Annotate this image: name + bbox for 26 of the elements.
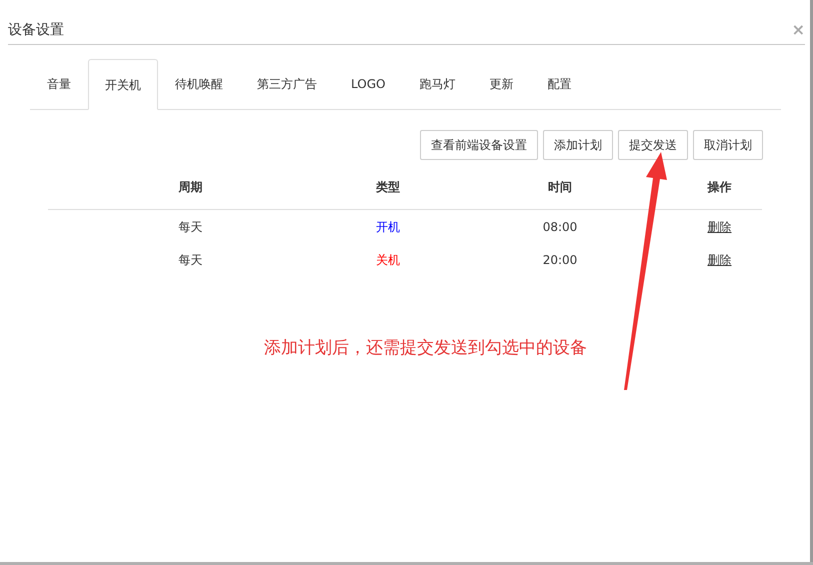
- table-cell-text: 每天: [178, 218, 202, 236]
- tab[interactable]: 待机唤醒: [158, 59, 240, 109]
- tab[interactable]: 开关机: [88, 59, 158, 110]
- toolbar-button[interactable]: 取消计划: [693, 130, 763, 160]
- tab[interactable]: 跑马灯: [402, 59, 472, 109]
- column-header: 周期: [178, 179, 202, 196]
- tab[interactable]: 配置: [530, 59, 588, 109]
- table-cell-text: 08:00: [542, 218, 578, 236]
- table-cell-text: 开机: [376, 218, 400, 236]
- tab[interactable]: LOGO: [334, 59, 402, 109]
- column-header: 时间: [548, 179, 572, 196]
- annotation-text: 添加计划后，还需提交发送到勾选中的设备: [264, 337, 587, 360]
- toolbar-button[interactable]: 查看前端设备设置: [420, 130, 538, 160]
- delete-link[interactable]: 删除: [708, 250, 732, 268]
- window-title: 设备设置: [8, 21, 64, 40]
- table-cell-text: 关机: [376, 252, 400, 268]
- tab[interactable]: 音量: [30, 59, 88, 109]
- tab[interactable]: 第三方广告: [240, 59, 334, 109]
- tab[interactable]: 更新: [472, 59, 530, 109]
- toolbar-button[interactable]: 添加计划: [543, 130, 613, 160]
- toolbar-button[interactable]: 提交发送: [618, 130, 688, 160]
- column-header: 类型: [376, 179, 400, 196]
- delete-link[interactable]: 删除: [708, 218, 732, 236]
- table-cell-text: 每天: [178, 252, 202, 268]
- column-header: 操作: [708, 179, 732, 196]
- table-cell-text: 20:00: [542, 252, 578, 268]
